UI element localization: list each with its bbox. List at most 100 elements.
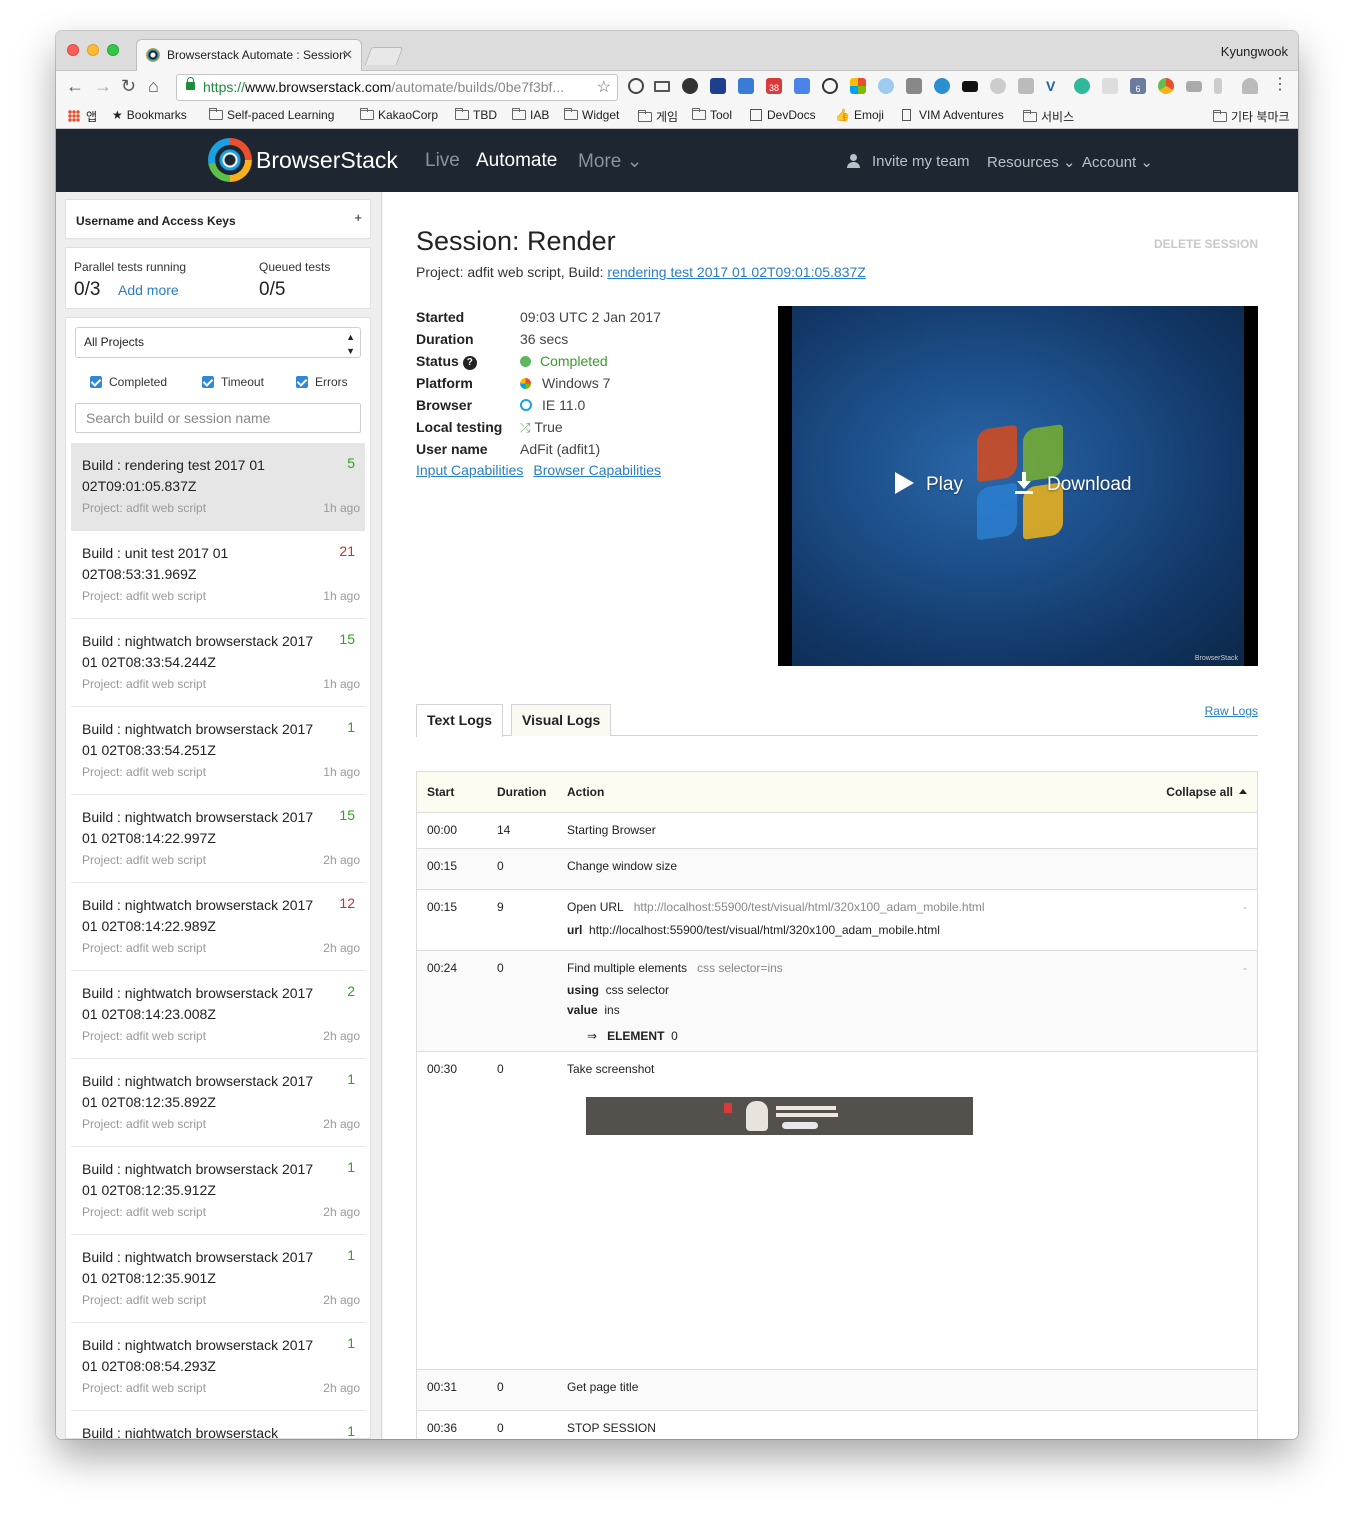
bookmark-kakaocorp[interactable]: KakaoCorp xyxy=(360,108,438,122)
build-list-item[interactable]: Build : nightwatch browserstack 1 xyxy=(71,1411,365,1438)
build-list-item[interactable]: Build : nightwatch browserstack 2017 01 … xyxy=(71,1323,365,1411)
bookmark-tbd[interactable]: TBD xyxy=(455,108,497,122)
build-list-item[interactable]: Build : nightwatch browserstack 2017 01 … xyxy=(71,1235,365,1323)
delete-session-button[interactable]: DELETE SESSION xyxy=(1154,237,1258,251)
build-search-input[interactable] xyxy=(75,403,361,433)
brand-name[interactable]: BrowserStack xyxy=(256,147,398,174)
profile-name[interactable]: Kyungwook xyxy=(1221,44,1288,59)
angular-extension-icon[interactable] xyxy=(906,78,922,94)
bookmark-star-icon[interactable]: ☆ xyxy=(597,75,611,100)
build-list-item[interactable]: Build : nightwatch browserstack 2017 01 … xyxy=(71,883,365,971)
play-button[interactable]: Play xyxy=(895,472,963,496)
access-keys-panel[interactable]: Username and Access Keys + xyxy=(65,199,371,239)
nav-automate[interactable]: Automate xyxy=(476,150,557,172)
bookmark-vim-adventures[interactable]: VIM Adventures xyxy=(902,108,1004,122)
browser-tab[interactable]: Browserstack Automate : Session ✕ xyxy=(136,39,362,71)
resources-menu[interactable]: Resources ⌄ xyxy=(987,153,1075,171)
back-icon[interactable]: ← xyxy=(66,76,84,96)
zoom-window-button[interactable] xyxy=(107,44,119,56)
tab-text-logs[interactable]: Text Logs xyxy=(416,704,504,737)
new-tab-button[interactable] xyxy=(364,47,404,65)
screenshot-thumbnail[interactable] xyxy=(586,1097,973,1135)
build-list-item[interactable]: Build : rendering test 2017 01 02T09:01:… xyxy=(71,443,365,531)
v-extension-icon[interactable]: V xyxy=(1046,78,1062,94)
log-row[interactable]: 00:30 0 Take screenshot xyxy=(417,1052,1257,1370)
bookmark-devdocs[interactable]: DevDocs xyxy=(750,108,816,122)
log-row[interactable]: 00:15 0 Change window size xyxy=(417,849,1257,890)
address-bar[interactable]: https://www.browserstack.com/automate/bu… xyxy=(176,74,618,101)
browser-capabilities-link[interactable]: Browser Capabilities xyxy=(533,462,661,478)
mail-extension-icon[interactable]: 38 xyxy=(766,78,782,94)
m-extension-icon[interactable] xyxy=(1074,78,1090,94)
tool-extension-icon[interactable] xyxy=(738,78,754,94)
menu-icon[interactable]: ⋮ xyxy=(1272,77,1288,94)
session-video[interactable]: Play Download BrowserStack xyxy=(778,306,1258,666)
reload-icon[interactable]: ↻ xyxy=(121,76,136,96)
translate-extension-icon[interactable] xyxy=(794,78,810,94)
raw-logs-link[interactable]: Raw Logs xyxy=(1205,704,1258,718)
collapse-all-button[interactable]: Collapse all xyxy=(1166,785,1247,799)
screen-extension-icon[interactable] xyxy=(654,81,670,92)
tab-visual-logs[interactable]: Visual Logs xyxy=(511,704,612,736)
bulb-extension-icon[interactable] xyxy=(990,78,1006,94)
bookmark-apps[interactable]: 앱 xyxy=(68,108,97,125)
filter-errors-checkbox[interactable]: Errors xyxy=(296,375,348,389)
help-icon[interactable]: ? xyxy=(462,356,477,370)
bookmark-emoji[interactable]: 👍 Emoji xyxy=(835,108,884,122)
app-extension-icon[interactable] xyxy=(710,78,726,94)
build-list-item[interactable]: Build : nightwatch browserstack 2017 01 … xyxy=(71,971,365,1059)
nav-more[interactable]: More ⌄ xyxy=(578,150,643,173)
globe-extension-icon[interactable] xyxy=(934,78,950,94)
log-row[interactable]: 00:00 14 Starting Browser xyxy=(417,813,1257,849)
nav-live[interactable]: Live xyxy=(425,150,460,172)
log-row[interactable]: 00:24 0 Find multiple elements css selec… xyxy=(417,951,1257,1052)
forward-icon[interactable]: → xyxy=(94,76,112,96)
filter-timeout-checkbox[interactable]: Timeout xyxy=(202,375,264,389)
image-extension-icon[interactable] xyxy=(1186,81,1202,92)
cloud-extension-icon[interactable] xyxy=(1242,78,1258,94)
download-button[interactable]: Download xyxy=(1015,472,1132,496)
close-window-button[interactable] xyxy=(67,44,79,56)
chrome-extension-icon[interactable] xyxy=(1158,78,1174,94)
gear-extension-icon[interactable] xyxy=(682,78,698,94)
build-list-item[interactable]: Build : nightwatch browserstack 2017 01 … xyxy=(71,1147,365,1235)
build-list-item[interactable]: Build : nightwatch browserstack 2017 01 … xyxy=(71,619,365,707)
bookmark-game[interactable]: 게임 xyxy=(638,108,678,125)
log-row-toggle[interactable]: - xyxy=(1243,961,1247,975)
filter-completed-checkbox[interactable]: Completed xyxy=(90,375,167,389)
bookmark-iab[interactable]: IAB xyxy=(512,108,549,122)
build-list-item[interactable]: Build : unit test 2017 01 02T08:53:31.96… xyxy=(71,531,365,619)
expand-icon[interactable]: + xyxy=(354,210,362,225)
bookmark-self-paced-learning[interactable]: Self-paced Learning xyxy=(209,108,334,122)
grid-extension-icon[interactable] xyxy=(850,78,866,94)
log-row[interactable]: 00:15 9 Open URL http://localhost:55900/… xyxy=(417,890,1257,951)
log-row-toggle[interactable]: - xyxy=(1243,900,1247,914)
dropbox-extension-icon[interactable] xyxy=(1018,78,1034,94)
build-list-item[interactable]: Build : nightwatch browserstack 2017 01 … xyxy=(71,795,365,883)
camera-extension-icon[interactable] xyxy=(962,81,978,92)
build-list-item[interactable]: Build : nightwatch browserstack 2017 01 … xyxy=(71,1059,365,1147)
info-extension-icon[interactable] xyxy=(822,78,838,94)
bookmark-other[interactable]: 기타 북마크 xyxy=(1213,108,1290,125)
close-tab-icon[interactable]: ✕ xyxy=(342,40,353,70)
badge-extension-icon[interactable]: 6 xyxy=(1130,78,1146,94)
snowflake-extension-icon[interactable] xyxy=(878,78,894,94)
bookmark-widget[interactable]: Widget xyxy=(564,108,619,122)
log-row[interactable]: 00:31 0 Get page title xyxy=(417,1370,1257,1411)
project-select[interactable]: All Projects ▲ ▼ xyxy=(75,327,361,358)
bookmark-services[interactable]: 서비스 xyxy=(1023,108,1074,125)
sync-extension-icon[interactable] xyxy=(628,78,644,94)
invite-team-link[interactable]: Invite my team xyxy=(846,153,970,170)
add-more-link[interactable]: Add more xyxy=(118,282,179,298)
bookmark-tool[interactable]: Tool xyxy=(692,108,732,122)
minimize-window-button[interactable] xyxy=(87,44,99,56)
account-menu[interactable]: Account ⌄ xyxy=(1082,153,1153,171)
panel-extension-icon[interactable] xyxy=(1214,78,1222,94)
build-link[interactable]: rendering test 2017 01 02T09:01:05.837Z xyxy=(607,264,865,280)
build-list-item[interactable]: Build : nightwatch browserstack 2017 01 … xyxy=(71,707,365,795)
bookmark-bookmarks[interactable]: ★ Bookmarks xyxy=(112,108,187,122)
input-capabilities-link[interactable]: Input Capabilities xyxy=(416,462,523,478)
browserstack-logo-icon[interactable] xyxy=(208,138,252,182)
pattern-extension-icon[interactable] xyxy=(1102,78,1118,94)
home-icon[interactable]: ⌂ xyxy=(148,76,159,96)
